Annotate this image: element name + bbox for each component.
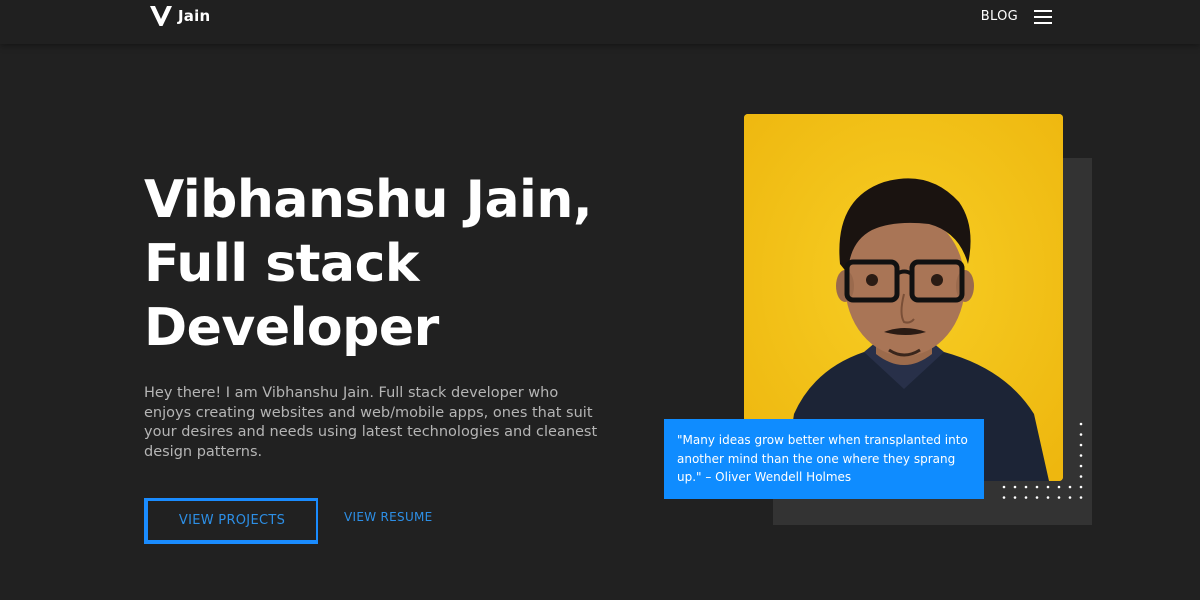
dot	[1079, 454, 1083, 457]
dot	[1068, 485, 1072, 489]
dot	[1002, 496, 1006, 499]
view-projects-button[interactable]: VIEW PROJECTS	[144, 498, 318, 544]
hero-description: Hey there! I am Vibhanshu Jain. Full sta…	[144, 385, 598, 460]
dot	[1079, 496, 1083, 499]
dot	[1035, 485, 1039, 489]
dot	[1013, 496, 1017, 499]
hero-title: Vibhanshu Jain, Full stack Developer	[144, 168, 664, 360]
quote-box: "Many ideas grow better when transplante…	[664, 419, 984, 499]
hero-title-line-3: Developer	[144, 298, 439, 358]
dot	[1046, 485, 1050, 489]
dot	[1057, 496, 1061, 499]
dot	[1002, 485, 1006, 489]
dot	[1079, 433, 1083, 436]
blog-link[interactable]: BLOG	[981, 9, 1018, 24]
logo-text: Jain	[178, 7, 211, 25]
dot	[1024, 496, 1028, 499]
dot	[1079, 422, 1083, 426]
navbar: Jain BLOG	[0, 0, 1200, 44]
hamburger-menu-icon[interactable]	[1034, 9, 1052, 24]
hero-title-line-1: Vibhanshu Jain,	[144, 170, 593, 230]
dot-pattern-decoration	[1002, 422, 1083, 499]
dot	[1013, 485, 1017, 489]
dot	[1068, 496, 1072, 499]
dot	[1057, 485, 1061, 489]
hero-title-line-2: Full stack	[144, 234, 420, 294]
logo-link[interactable]: Jain	[150, 6, 210, 26]
v-logo-icon	[150, 6, 172, 26]
view-resume-link[interactable]: VIEW RESUME	[344, 510, 433, 524]
dot	[1024, 485, 1028, 489]
dot	[1079, 475, 1083, 478]
dot	[1035, 496, 1039, 499]
dot	[1079, 485, 1083, 489]
nav-right: BLOG	[981, 9, 1052, 24]
dot	[1079, 464, 1083, 468]
dot	[1079, 443, 1083, 447]
quote-text: "Many ideas grow better when transplante…	[677, 433, 968, 484]
dot	[1046, 496, 1050, 499]
